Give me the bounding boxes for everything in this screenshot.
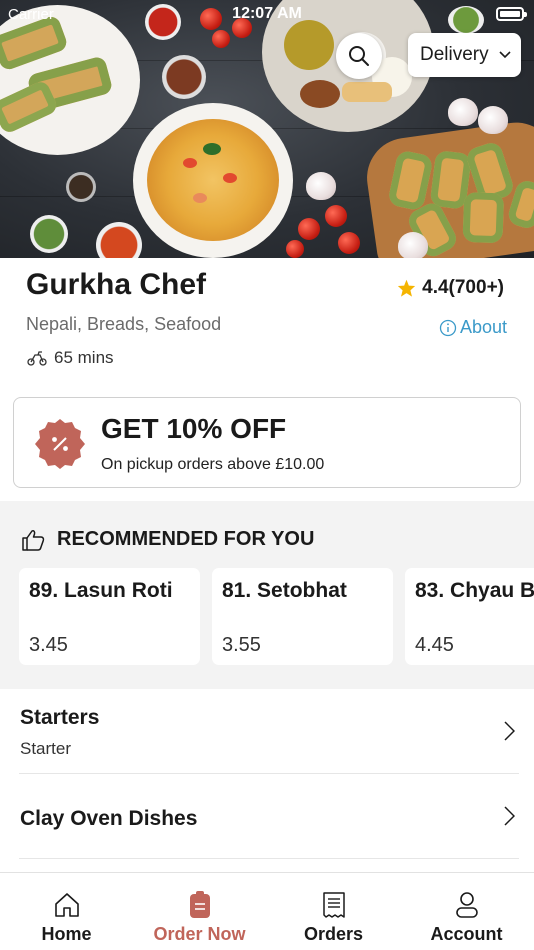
battery-icon	[496, 7, 527, 21]
thumbs-up-icon	[22, 529, 45, 551]
item-price: 4.45	[415, 634, 454, 656]
bread-board	[361, 117, 534, 258]
about-link[interactable]: About	[439, 317, 507, 338]
recommended-item-card[interactable]: 89. Lasun Roti 3.45	[19, 568, 200, 665]
offer-card[interactable]: GET 10% OFF On pickup orders above £10.0…	[13, 397, 521, 488]
info-icon	[439, 319, 457, 336]
chevron-down-icon	[499, 51, 511, 59]
status-bar: Carrier 12:07 AM	[0, 0, 534, 30]
star-icon	[398, 279, 416, 297]
about-label: About	[459, 317, 507, 337]
recommended-heading: RECOMMENDED FOR YOU	[21, 528, 314, 551]
restaurant-name: Gurkha Chef	[26, 268, 207, 301]
search-icon	[349, 46, 369, 66]
home-icon	[54, 893, 79, 917]
eta-value: 65 mins	[54, 348, 114, 367]
scooter-icon	[27, 351, 47, 366]
delivery-mode-label: Delivery	[420, 44, 489, 65]
offer-title: GET 10% OFF	[101, 413, 287, 444]
tab-label: Home	[41, 924, 92, 944]
tab-home[interactable]: Home	[0, 873, 133, 950]
delivery-mode-selector[interactable]: Delivery	[408, 33, 521, 77]
order-icon	[189, 891, 210, 918]
chevron-right-icon	[504, 806, 515, 826]
recommended-item-card[interactable]: 83. Chyau Bhutuwa 4.45	[405, 568, 534, 665]
tab-account[interactable]: Account	[400, 873, 533, 950]
cuisine-list: Nepali, Breads, Seafood	[26, 314, 222, 334]
tab-label: Orders	[303, 924, 364, 944]
category-title: Starters	[20, 706, 100, 729]
account-icon	[455, 892, 478, 918]
recommended-item-card[interactable]: 81. Setobhat 3.55	[212, 568, 393, 665]
item-name: 81. Setobhat	[222, 579, 347, 602]
clock: 12:07 AM	[232, 5, 302, 22]
item-price: 3.45	[29, 634, 68, 656]
receipt-icon	[322, 892, 345, 918]
hero-banner: Carrier 12:07 AM Delivery	[0, 0, 534, 258]
offer-subtitle: On pickup orders above £10.00	[101, 456, 325, 473]
recommended-section: RECOMMENDED FOR YOU 89. Lasun Roti 3.45 …	[0, 501, 534, 689]
tab-label: Account	[430, 924, 503, 944]
item-name: 83. Chyau Bhutuwa	[415, 579, 534, 602]
discount-badge-icon	[35, 419, 85, 469]
search-button[interactable]	[336, 33, 382, 79]
rating-value: 4.4(700+)	[422, 277, 504, 298]
item-price: 3.55	[222, 634, 261, 656]
tab-order-now[interactable]: Order Now	[133, 873, 266, 950]
pasta-plate	[133, 103, 293, 258]
bottom-tab-bar: Home Order Now Orders Account	[0, 872, 534, 950]
recommended-title: RECOMMENDED FOR YOU	[57, 528, 315, 550]
delivery-time: 65 mins	[26, 348, 114, 368]
menu-category-clay-oven[interactable]: Clay Oven Dishes	[19, 774, 519, 859]
tab-label: Order Now	[153, 924, 246, 944]
tab-orders[interactable]: Orders	[267, 873, 400, 950]
category-subtitle: Starter	[20, 739, 72, 758]
item-name: 89. Lasun Roti	[29, 579, 173, 602]
category-title: Clay Oven Dishes	[20, 807, 198, 830]
chevron-right-icon	[504, 721, 515, 741]
menu-category-starters[interactable]: Starters Starter	[19, 689, 519, 774]
rating: 4.4(700+)	[397, 277, 504, 299]
